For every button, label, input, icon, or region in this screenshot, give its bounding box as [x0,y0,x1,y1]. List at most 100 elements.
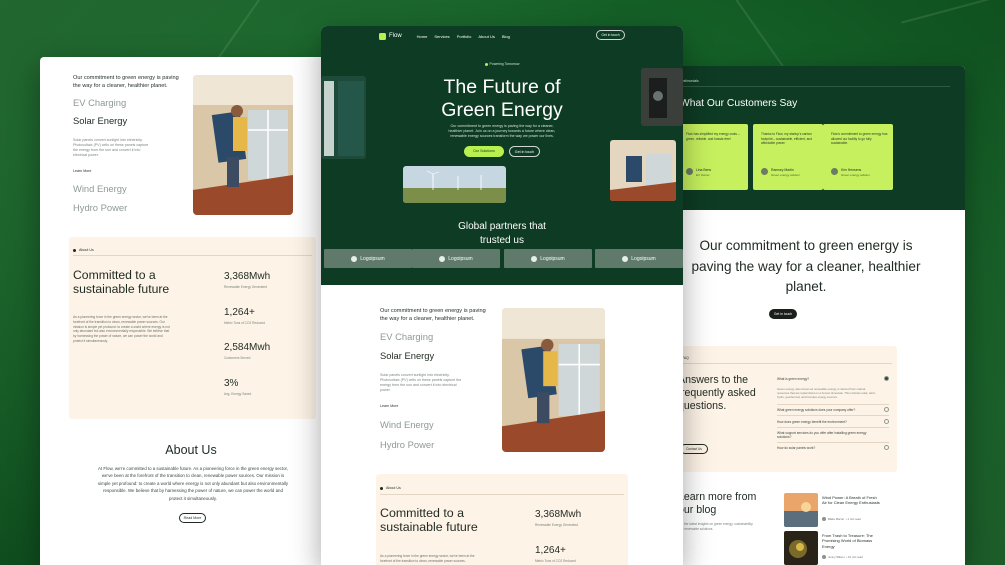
about-title: About Us [165,443,217,457]
testimonial-card: Flow has simplified my energy costs – gr… [678,124,748,190]
faq-question[interactable]: How does green energy benefit the enviro… [777,419,889,424]
section-tag: About Us [380,486,401,490]
brand-logo[interactable]: Flow [379,32,402,40]
service-item-hydro-power[interactable]: Hydro Power [380,439,434,450]
solar-panel-photo [610,140,676,201]
partners-title-line: trusted us [480,235,524,246]
avatar [761,168,768,175]
divider [73,255,312,256]
faq-question[interactable]: How do solar panels work? [777,445,889,450]
service-item-ev-charging[interactable]: EV Charging [73,97,126,108]
testimonial-quote: Flow's commitment to green energy has al… [831,132,888,146]
stat-value: 3,368Mwh [224,271,271,282]
solar-panel-photo [193,75,293,215]
partners-title: Global partners that trusted us [321,220,683,248]
service-item-hydro-power[interactable]: Hydro Power [73,202,127,213]
service-item-wind-energy[interactable]: Wind Energy [380,419,434,430]
testimonial-card: Flow's commitment to green energy has al… [823,124,893,190]
nav-get-in-touch-button[interactable]: Get in touch [596,30,625,40]
get-in-touch-button[interactable]: Get in touch [769,309,797,319]
services-intro: Our commitment to green energy is paving… [73,75,179,89]
stats-section: About Us Committed to a sustainable futu… [69,237,316,419]
stat-label: Avg. Energy Saved [224,392,252,396]
hero-subtitle: Our commitment to green energy is paving… [448,124,556,138]
nav-link-blog[interactable]: Blog [502,34,510,39]
testimonial-name: Ramsey Martin [771,168,794,172]
service-item-wind-energy[interactable]: Wind Energy [73,183,127,194]
brand-name: Flow [389,33,402,39]
page-preview-right: Testimonials What Our Customers Say Flow… [667,66,965,565]
commitment-text: Our commitment to green energy is paving… [691,238,921,294]
expand-icon [884,407,889,412]
faq-question-text: What support services do you offer after… [777,431,867,440]
blog-post-image [784,531,818,565]
contact-us-button[interactable]: Contact Us [680,444,708,454]
blog-post-author: Blake Marvin [828,517,845,521]
partner-logo: Logoipsum [504,249,592,268]
testimonial-role: Green energy advisor [771,173,800,177]
blog-post-author: Jenny Wilson [828,555,845,559]
faq-question[interactable]: What is green energy? [777,376,889,381]
faq-title: Answers to the frequently asked question… [678,374,756,412]
stat-label: Customers Served [224,356,251,360]
faq-answer: Green energy, also known as renewable en… [777,387,876,400]
service-item-ev-charging[interactable]: EV Charging [380,331,433,342]
hero-title-line: Green Energy [441,99,563,121]
nav-link-services[interactable]: Services [434,34,449,39]
learn-more-link[interactable]: Learn More [380,404,398,408]
partner-logo-icon [531,255,538,262]
stat-label: Renewable Energy Generated [224,285,267,289]
blog-post-time: 10 min read [847,555,863,559]
section-tag: FAQ [682,356,689,360]
partner-logo-name: Logoipsum [448,255,473,262]
logo-icon [379,32,386,40]
hero-section: Flow Home Services Portfolio About Us Bl… [321,26,683,285]
nav-link-home[interactable]: Home [417,34,428,39]
wind-farm-image [403,166,506,203]
nav-link-about[interactable]: About Us [478,34,494,39]
stat-value: 2,584Mwh [224,342,271,353]
service-item-solar-energy[interactable]: Solar Energy [380,350,434,361]
faq-question-text: What green energy solutions does your co… [777,408,856,412]
top-nav: Flow Home Services Portfolio About Us Bl… [379,31,510,41]
blog-post-title: Wind Power: A Breath of Fresh Air for Cl… [822,495,880,506]
blog-post-image [784,493,818,527]
partner-logo-name: Logoipsum [540,255,565,262]
partners-title-line: Global partners that [458,221,546,232]
blog-post-card[interactable]: Wind Power: A Breath of Fresh Air for Cl… [784,493,924,527]
partner-logo-icon [439,255,446,262]
partner-logo-icon [622,255,629,262]
stats-heading: Committed to a sustainable future [73,268,170,296]
faq-question-text: How does green energy benefit the enviro… [777,420,847,424]
section-tag: About Us [73,248,94,252]
divider [680,86,950,87]
about-text: At Flow, we're committed to a sustainabl… [97,466,289,501]
avatar [686,168,693,175]
read-more-button[interactable]: Read More [179,513,206,523]
faq-question-text: What is green energy? [777,377,810,381]
blog-title: Learn more from our blog [678,491,757,516]
solar-panel-photo [502,308,605,452]
ev-charger-image [641,68,683,126]
divider [682,363,892,364]
stat-value: 1,264+ [224,307,255,318]
partner-logo-icon [351,255,358,262]
hero-title: The Future of Green Energy [321,76,683,122]
learn-more-link[interactable]: Learn More [73,169,91,173]
our-solutions-button[interactable]: Our Solutions [464,146,504,157]
partner-logos: Logoipsum Logoipsum Logoipsum Logoipsum [321,249,683,268]
get-in-touch-button[interactable]: Get in touch [509,146,540,157]
service-description: Solar panels convert sunlight into elect… [380,373,462,392]
testimonial-role: EV Owner [696,173,710,177]
faq-question[interactable]: What green energy solutions does your co… [777,407,889,412]
partner-logo-name: Logoipsum [631,255,656,262]
stats-paragraph: As a pioneering force in the green energ… [73,315,170,343]
service-item-solar-energy[interactable]: Solar Energy [73,115,127,126]
stat-label: Metric Tons of CO2 Reduced [535,559,576,563]
faq-question[interactable]: What support services do you offer after… [777,431,867,440]
nav-link-portfolio[interactable]: Portfolio [457,34,472,39]
partner-logo: Logoipsum [595,249,683,268]
blog-post-card[interactable]: From Trash to Treasure: The Promising Wo… [784,531,924,565]
stat-label: Renewable Energy Generated [535,523,578,527]
blog-description: Get the latest insights on green energy,… [678,522,754,531]
